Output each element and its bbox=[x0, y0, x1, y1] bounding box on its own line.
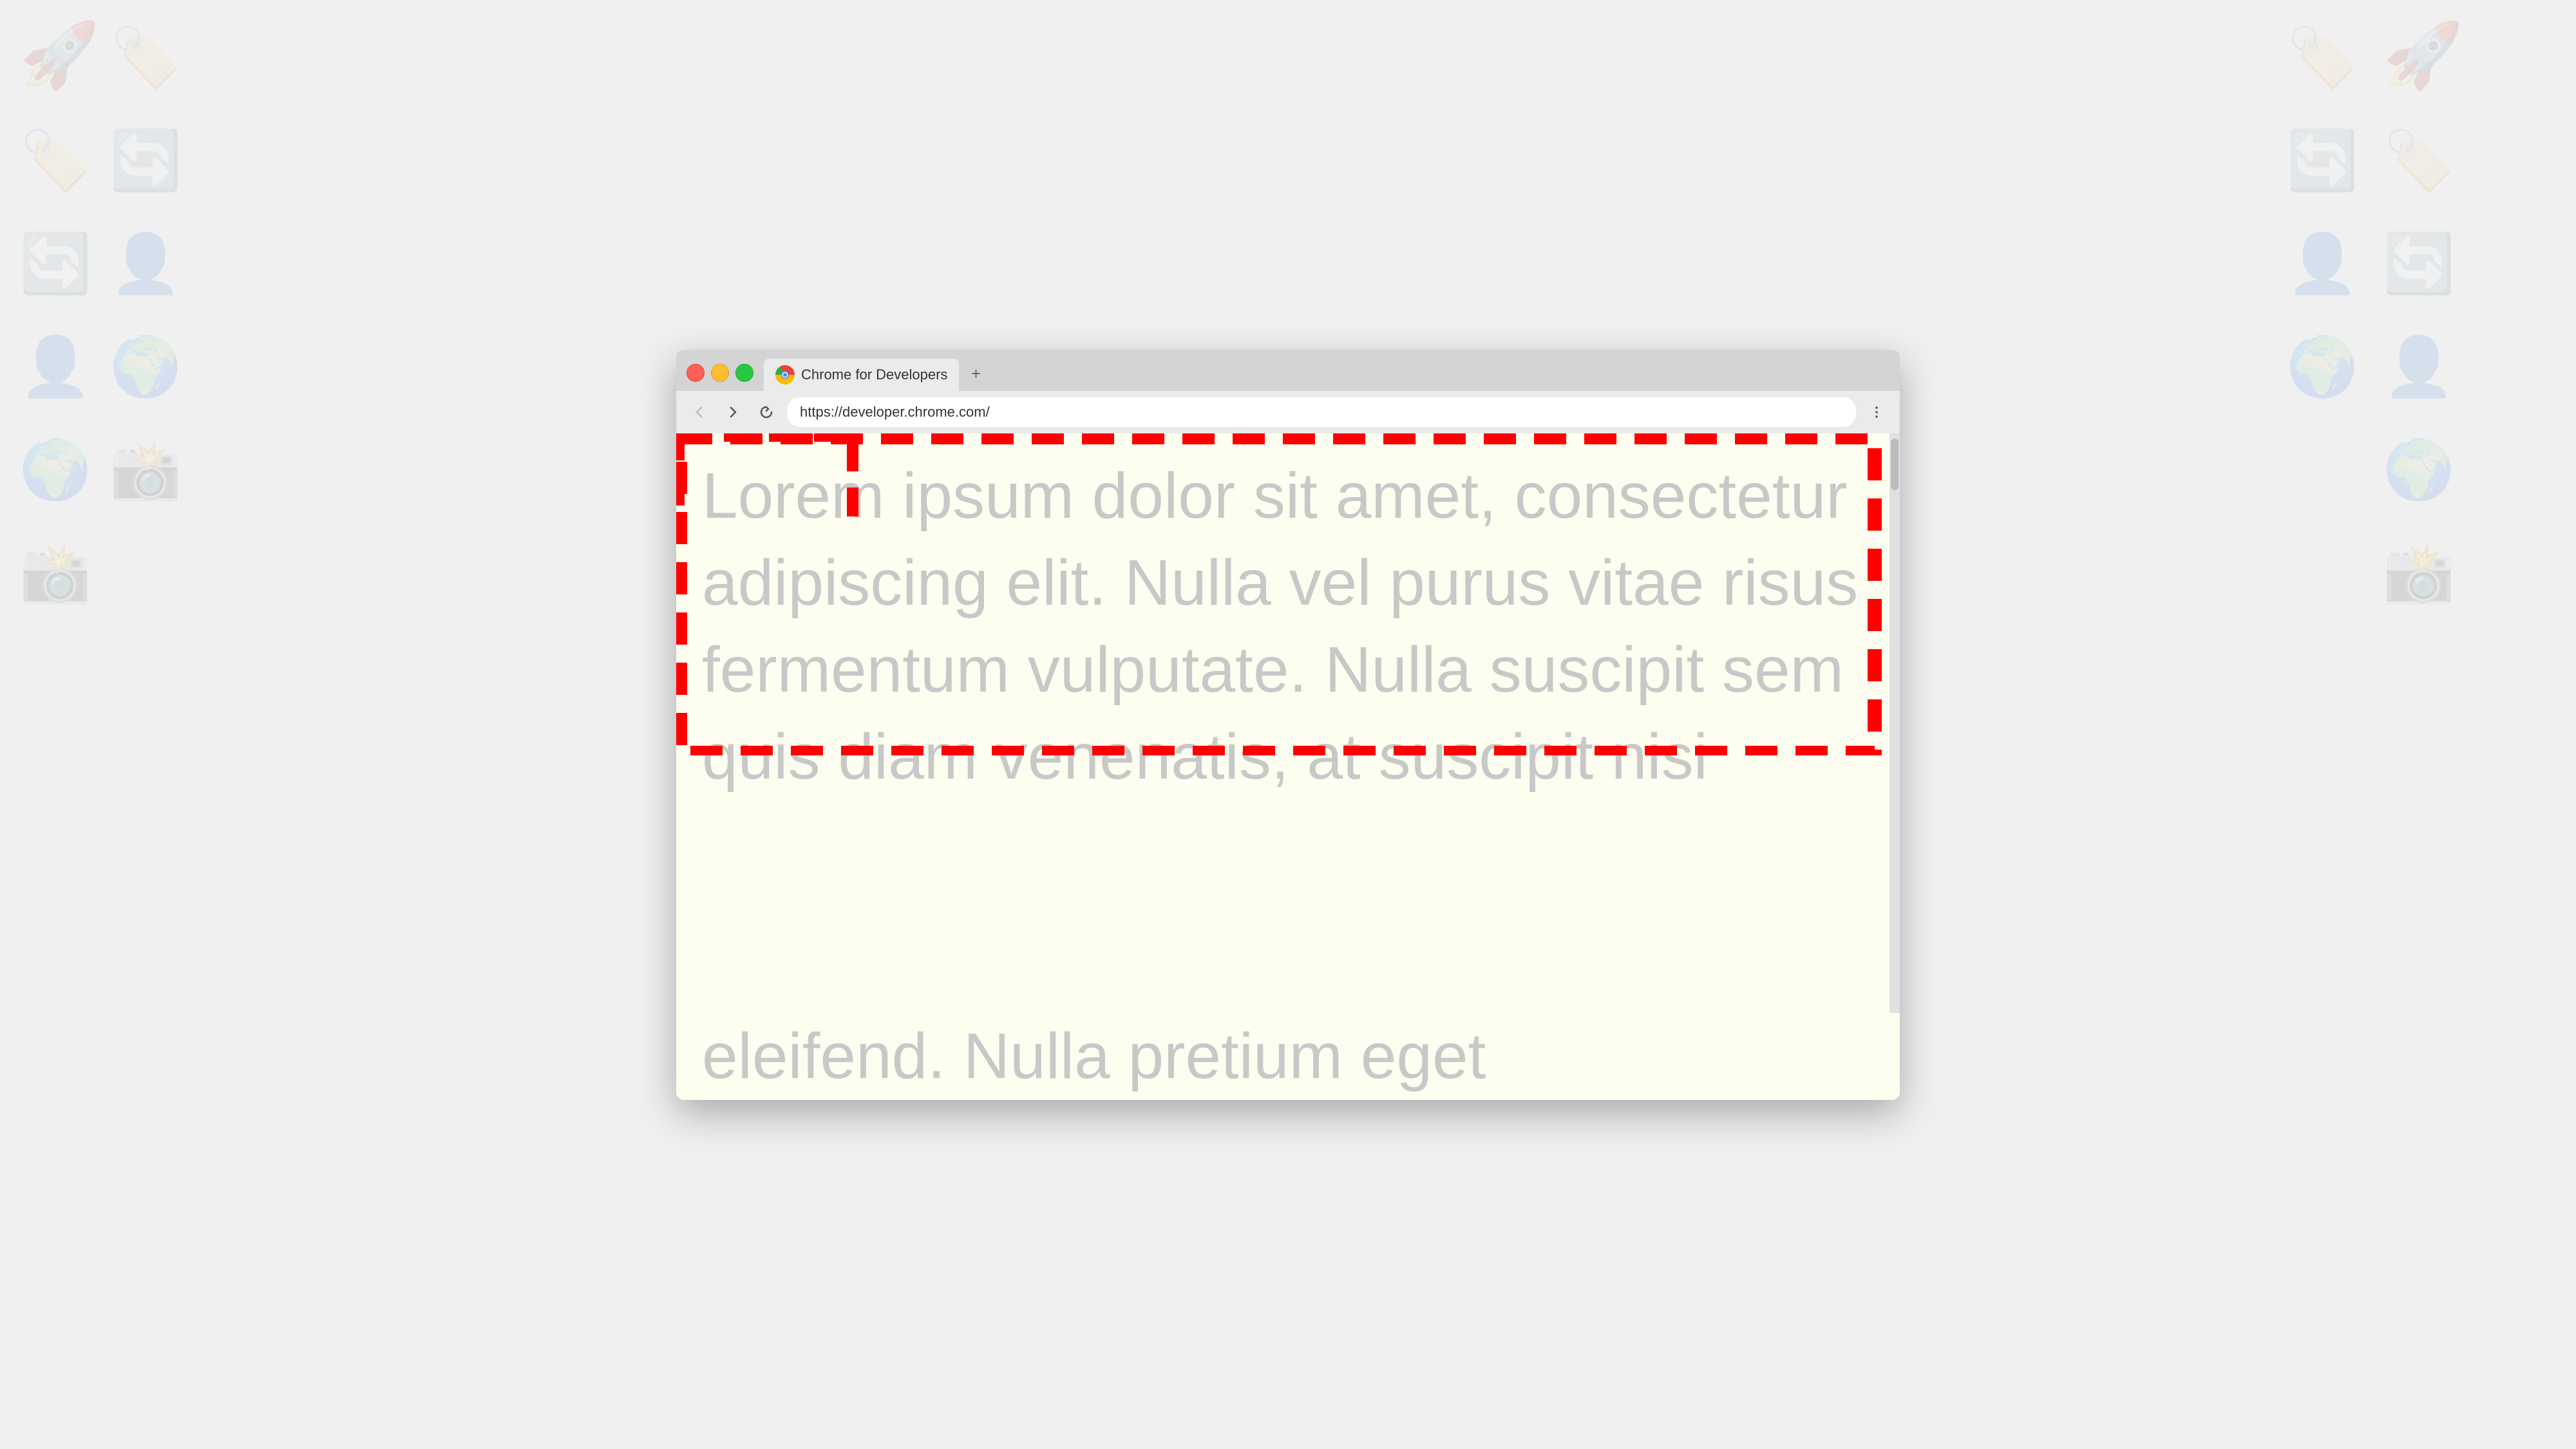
svg-text:🏷️: 🏷️ bbox=[109, 24, 182, 90]
maximize-button[interactable] bbox=[735, 364, 753, 382]
page-content: Lorem ipsum dolor sit amet, consectetur … bbox=[676, 433, 1900, 1013]
svg-text:🔄: 🔄 bbox=[2383, 231, 2455, 296]
back-icon bbox=[692, 405, 706, 419]
svg-text:🌍: 🌍 bbox=[2286, 334, 2358, 399]
svg-text:📸: 📸 bbox=[2383, 541, 2455, 605]
svg-text:👤: 👤 bbox=[2286, 231, 2358, 296]
reload-icon bbox=[759, 405, 773, 419]
scrollbar[interactable] bbox=[1889, 433, 1900, 1013]
menu-button[interactable] bbox=[1864, 399, 1889, 425]
scrollbar-thumb[interactable] bbox=[1891, 439, 1899, 490]
browser-window: Chrome for Developers + bbox=[676, 350, 1900, 1100]
title-bar: Chrome for Developers + bbox=[676, 350, 1900, 391]
tab-title: Chrome for Developers bbox=[801, 366, 947, 383]
menu-dots-icon bbox=[1870, 405, 1884, 419]
svg-text:👤: 👤 bbox=[19, 334, 91, 399]
svg-text:🌍: 🌍 bbox=[109, 334, 182, 399]
svg-text:🌍: 🌍 bbox=[19, 437, 91, 502]
svg-text:👤: 👤 bbox=[109, 231, 182, 296]
minimize-button[interactable] bbox=[711, 364, 729, 382]
svg-text:🏷️: 🏷️ bbox=[19, 128, 91, 193]
below-fold-text: eleifend. Nulla pretium eget bbox=[702, 1013, 1848, 1100]
svg-text:🔄: 🔄 bbox=[19, 231, 91, 296]
tab-favicon bbox=[775, 365, 795, 384]
svg-text:🚀: 🚀 bbox=[19, 19, 100, 91]
forward-button[interactable] bbox=[720, 399, 746, 425]
svg-text:🔄: 🔄 bbox=[109, 128, 182, 193]
svg-text:🔄: 🔄 bbox=[2286, 128, 2358, 193]
svg-text:🏷️: 🏷️ bbox=[2286, 24, 2358, 90]
lorem-text: Lorem ipsum dolor sit amet, consectetur … bbox=[676, 433, 1900, 820]
forward-icon bbox=[726, 405, 740, 419]
back-button[interactable] bbox=[687, 399, 712, 425]
new-tab-button[interactable]: + bbox=[964, 363, 987, 386]
svg-text:🌍: 🌍 bbox=[2383, 437, 2455, 502]
toolbar bbox=[676, 391, 1900, 433]
svg-text:📸: 📸 bbox=[109, 438, 182, 502]
svg-text:📸: 📸 bbox=[19, 541, 91, 605]
reload-button[interactable] bbox=[753, 399, 779, 425]
browser-tab[interactable]: Chrome for Developers bbox=[764, 359, 959, 391]
svg-text:🚀: 🚀 bbox=[2383, 19, 2463, 91]
close-button[interactable] bbox=[687, 364, 705, 382]
address-bar[interactable] bbox=[787, 397, 1856, 427]
below-fold-content: eleifend. Nulla pretium eget bbox=[676, 1013, 1900, 1100]
traffic-lights bbox=[687, 364, 753, 391]
svg-text:👤: 👤 bbox=[2383, 334, 2455, 399]
svg-text:🏷️: 🏷️ bbox=[2383, 128, 2455, 193]
